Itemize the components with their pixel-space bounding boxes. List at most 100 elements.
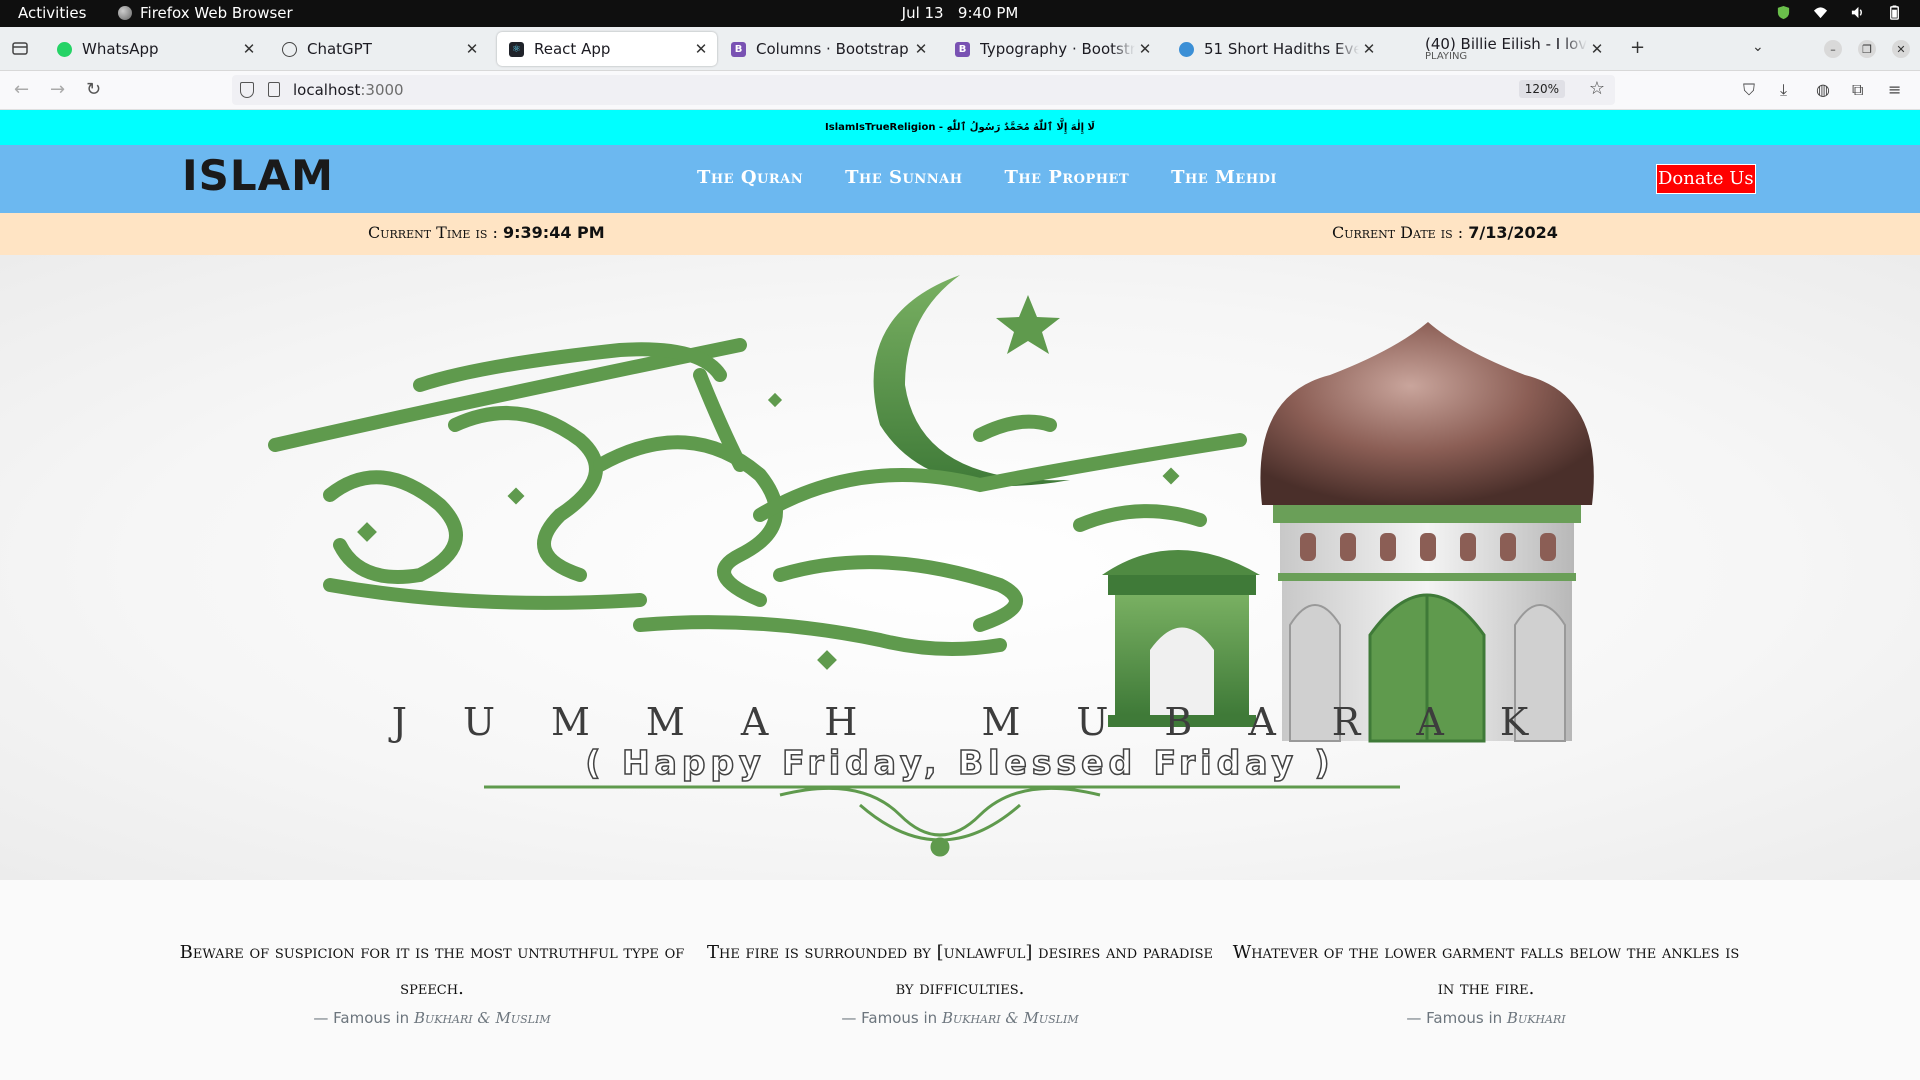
firefox-icon — [118, 6, 132, 20]
downloads-icon[interactable]: ⤓ — [1780, 80, 1787, 100]
tracking-protection-icon[interactable] — [240, 82, 254, 98]
list-all-tabs-icon[interactable]: ⌄ — [1752, 39, 1764, 55]
shield-update-icon[interactable] — [1776, 5, 1791, 20]
tab-label: WhatsApp — [82, 40, 159, 58]
url-text[interactable]: localhost:3000 — [293, 81, 404, 99]
current-date: Current Date is : 7/13/2024 — [1332, 223, 1558, 242]
bookmark-star-icon[interactable]: ☆ — [1589, 78, 1605, 99]
tab-bootstrap-columns[interactable]: B Columns · Bootstrap v5.3 ✕ — [719, 32, 937, 66]
jummah-mubarak-banner: JUMMAH MUBARAK ( Happy Friday, Blessed F… — [0, 255, 1920, 880]
source-prefix: — Famous in — [1406, 1009, 1507, 1027]
extensions-icon[interactable]: ⧉ — [1852, 80, 1863, 100]
nav-the-quran[interactable]: The Quran — [697, 167, 803, 188]
current-time-value: 9:39:44 PM — [503, 223, 605, 242]
app-name-label: Firefox Web Browser — [140, 4, 293, 22]
tab-react-app[interactable]: ⚛ React App ✕ — [497, 32, 717, 66]
donate-button[interactable]: Donate Us — [1656, 164, 1756, 194]
volume-icon[interactable] — [1850, 5, 1865, 20]
app-menu[interactable]: Firefox Web Browser — [118, 4, 293, 22]
page-info-icon[interactable] — [268, 82, 280, 97]
tab-label: Typography · Bootstrap v — [980, 40, 1135, 58]
current-time-label: Current Time is : — [368, 223, 503, 242]
new-tab-button[interactable]: + — [1630, 37, 1645, 58]
bootstrap-icon: B — [955, 41, 970, 57]
bootstrap-icon: B — [731, 41, 746, 57]
navigation-toolbar: ← → ↻ localhost:3000 120% ☆ ⛉ ⤓ ◍ ⧉ ≡ — [0, 71, 1920, 110]
react-icon: ⚛ — [509, 41, 524, 57]
current-date-label: Current Date is : — [1332, 223, 1469, 242]
current-date-value: 7/13/2024 — [1468, 223, 1558, 242]
reload-icon[interactable]: ↻ — [86, 79, 101, 100]
hadith-quote: The fire is surrounded by [unlawful] des… — [707, 942, 1213, 999]
close-tab-icon[interactable]: ✕ — [1135, 40, 1155, 58]
playing-indicator: PLAYING — [1425, 50, 1468, 62]
ornament-divider — [484, 785, 1400, 857]
crescent-moon-icon — [873, 275, 1070, 486]
star-icon — [996, 295, 1060, 354]
close-window-icon[interactable]: ✕ — [1892, 40, 1910, 58]
site-logo[interactable]: ISLAM — [182, 151, 334, 200]
system-top-bar: Activities Firefox Web Browser Jul 13 9:… — [0, 0, 1920, 27]
forward-icon[interactable]: → — [50, 79, 65, 100]
close-tab-icon[interactable]: ✕ — [691, 40, 711, 58]
hadith-source: — Famous in Bukhari — [1226, 1009, 1746, 1027]
main-menu: The Quran The Sunnah The Prophet The Meh… — [697, 167, 1277, 188]
nav-the-sunnah[interactable]: The Sunnah — [845, 167, 962, 188]
source-prefix: — Famous in — [313, 1009, 414, 1027]
mosque-illustration — [1102, 322, 1594, 743]
datetime-bar: Current Time is : 9:39:44 PM Current Dat… — [0, 213, 1920, 255]
hadith-quote: Whatever of the lower garment falls belo… — [1232, 942, 1740, 999]
hadith-card: The fire is surrounded by [unlawful] des… — [700, 935, 1220, 1027]
tab-label-group: (40) Billie Eilish - I love yo PLAYING — [1425, 37, 1587, 62]
activities-button[interactable]: Activities — [18, 4, 86, 22]
close-tab-icon[interactable]: ✕ — [462, 40, 482, 58]
hadith-quote: Beware of suspicion for it is the most u… — [179, 942, 685, 999]
globe-icon — [1179, 41, 1194, 57]
restore-icon[interactable]: ❐ — [1858, 40, 1876, 58]
menu-icon[interactable]: ≡ — [1888, 80, 1901, 99]
banner-title: JUMMAH MUBARAK — [391, 700, 1585, 744]
source-book: Bukhari — [1506, 1009, 1566, 1027]
close-tab-icon[interactable]: ✕ — [1587, 40, 1607, 58]
arabic-calligraphy — [268, 338, 1247, 656]
tab-label: Columns · Bootstrap v5.3 — [756, 40, 911, 58]
source-book: Bukhari & Muslim — [941, 1009, 1079, 1027]
url-port: :3000 — [360, 81, 404, 99]
source-prefix: — Famous in — [841, 1009, 942, 1027]
tab-bootstrap-typography[interactable]: B Typography · Bootstrap v ✕ — [943, 32, 1161, 66]
back-icon[interactable]: ← — [14, 79, 29, 100]
nav-the-mehdi[interactable]: The Mehdi — [1171, 167, 1277, 188]
tab-hadiths[interactable]: 51 Short Hadiths Every M ✕ — [1167, 32, 1385, 66]
tab-label: React App — [534, 40, 611, 58]
account-icon[interactable]: ◍ — [1816, 80, 1830, 99]
wifi-icon[interactable] — [1813, 5, 1828, 20]
pocket-icon[interactable]: ⛉ — [1743, 80, 1755, 100]
hadith-source: — Famous in Bukhari & Muslim — [700, 1009, 1220, 1027]
site-header: ISLAM The Quran The Sunnah The Prophet T… — [0, 145, 1920, 213]
url-host: localhost — [293, 81, 361, 99]
tab-chatgpt[interactable]: ChatGPT ✕ — [270, 32, 488, 66]
tab-label: ChatGPT — [307, 40, 372, 58]
banner-artwork — [268, 275, 1594, 857]
minimize-icon[interactable]: – — [1824, 40, 1842, 58]
clock-time[interactable]: 9:40 PM — [958, 4, 1018, 22]
tab-youtube[interactable]: (40) Billie Eilish - I love yo PLAYING ✕ — [1413, 32, 1613, 66]
close-tab-icon[interactable]: ✕ — [911, 40, 931, 58]
firefox-view-icon[interactable] — [12, 40, 28, 56]
close-tab-icon[interactable]: ✕ — [239, 40, 259, 58]
clock-date[interactable]: Jul 13 — [902, 4, 944, 22]
nav-the-prophet[interactable]: The Prophet — [1004, 167, 1129, 188]
tab-whatsapp[interactable]: WhatsApp ✕ — [45, 32, 265, 66]
current-time: Current Time is : 9:39:44 PM — [368, 223, 605, 242]
battery-icon[interactable] — [1887, 5, 1902, 20]
tab-strip: WhatsApp ✕ ChatGPT ✕ ⚛ React App ✕ B Col… — [0, 27, 1920, 71]
hadith-source: — Famous in Bukhari & Muslim — [172, 1009, 692, 1027]
tab-label: 51 Short Hadiths Every M — [1204, 40, 1359, 58]
url-bar[interactable]: localhost:3000 120% ☆ — [232, 75, 1615, 105]
source-book: Bukhari & Muslim — [413, 1009, 551, 1027]
hadith-card: Beware of suspicion for it is the most u… — [172, 935, 692, 1027]
marquee-banner: IslamIsTrueReligion - لَا إِلٰهَ إِلَّا … — [0, 110, 1920, 145]
zoom-indicator[interactable]: 120% — [1518, 80, 1565, 98]
system-tray[interactable] — [1776, 5, 1902, 20]
close-tab-icon[interactable]: ✕ — [1359, 40, 1379, 58]
